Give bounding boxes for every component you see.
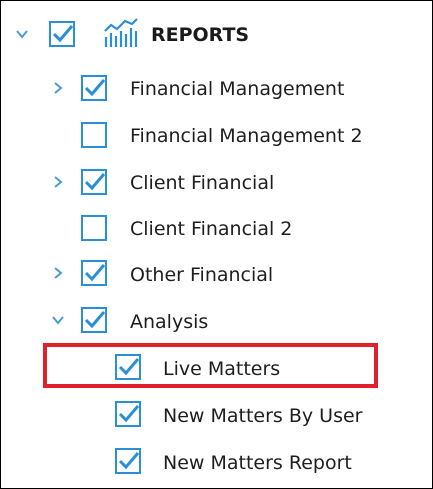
checkbox-other-financial[interactable] xyxy=(81,260,107,286)
checkbox-client-financial-2[interactable] xyxy=(81,215,107,241)
tree-item-label[interactable]: Other Financial xyxy=(130,263,273,287)
tree-panel: REPORTS Financial Management Financial M… xyxy=(0,0,433,489)
chevron-down-icon[interactable] xyxy=(15,27,29,41)
tree-item-label[interactable]: Client Financial xyxy=(130,171,274,195)
tree-item-label[interactable]: New Matters By User xyxy=(163,404,362,428)
tree-item-label[interactable]: Financial Management 2 xyxy=(130,124,363,148)
chevron-right-icon[interactable] xyxy=(51,175,65,189)
tree-item-label[interactable]: Financial Management xyxy=(130,77,344,101)
checkbox-financial-management-2[interactable] xyxy=(81,122,107,148)
tree-item-label[interactable]: Client Financial 2 xyxy=(130,217,292,241)
tree-root-label: REPORTS xyxy=(151,24,250,46)
tree-item-label[interactable]: New Matters Report xyxy=(163,451,352,475)
checkbox-client-financial[interactable] xyxy=(81,169,107,195)
chevron-down-icon[interactable] xyxy=(51,313,65,327)
chevron-right-icon[interactable] xyxy=(51,266,65,280)
report-chart-icon xyxy=(103,17,139,49)
tree-item-label[interactable]: Analysis xyxy=(130,310,208,334)
checkbox-new-matters-report[interactable] xyxy=(115,448,141,474)
tree-item-label[interactable]: Live Matters xyxy=(163,357,280,381)
checkbox-new-matters-by-user[interactable] xyxy=(115,401,141,427)
checkbox-reports[interactable] xyxy=(49,21,75,47)
checkbox-live-matters[interactable] xyxy=(115,354,141,380)
checkbox-financial-management[interactable] xyxy=(81,75,107,101)
checkbox-analysis[interactable] xyxy=(81,307,107,333)
chevron-right-icon[interactable] xyxy=(51,81,65,95)
